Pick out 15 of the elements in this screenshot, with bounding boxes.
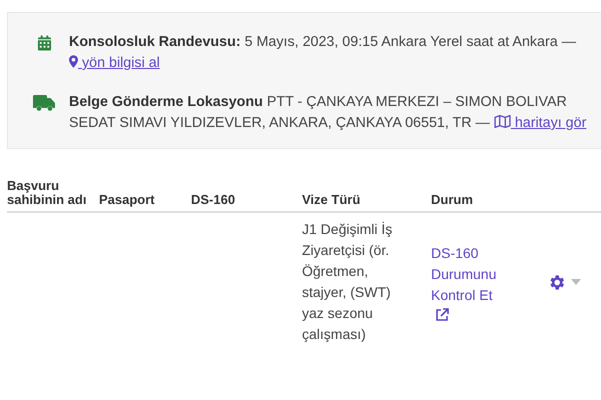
truck-icon (33, 92, 55, 113)
map-icon (494, 115, 511, 131)
external-link-icon (435, 308, 449, 322)
map-link[interactable]: haritayı gör (494, 115, 586, 131)
caret-icon (571, 279, 581, 285)
location-text: Belge Gönderme Lokasyonu PTT - ÇANKAYA MERKEZI – SIMON BOLIVAR SEDAT SIMAVI YILDIZEVLER, ANKARA, ÇANKAYA 06551, TR — haritayı gör (69, 93, 588, 133)
column-header: Vize Türü (302, 192, 360, 207)
column-header: Başvuru sahibinin adı (7, 178, 86, 207)
table-cell-text: J1 Değişimli İş Ziyaretçisi (ör. Öğretmen, stajyer, (SWT) yaz sezonu çalışması) (302, 220, 394, 344)
column-header: Pasaport (99, 192, 155, 207)
appointment-text: Konsolosluk Randevusu: 5 Mayıs, 2023, 09:15 Ankara Yerel saat at Ankara — yön bilgisi al (69, 33, 577, 73)
directions-link[interactable]: yön bilgisi al (69, 55, 160, 71)
status-link[interactable]: DS-160 Durumunu Kontrol Et (431, 242, 511, 322)
column-header: DS-160 (191, 192, 236, 207)
column-header: Durum (431, 192, 473, 207)
